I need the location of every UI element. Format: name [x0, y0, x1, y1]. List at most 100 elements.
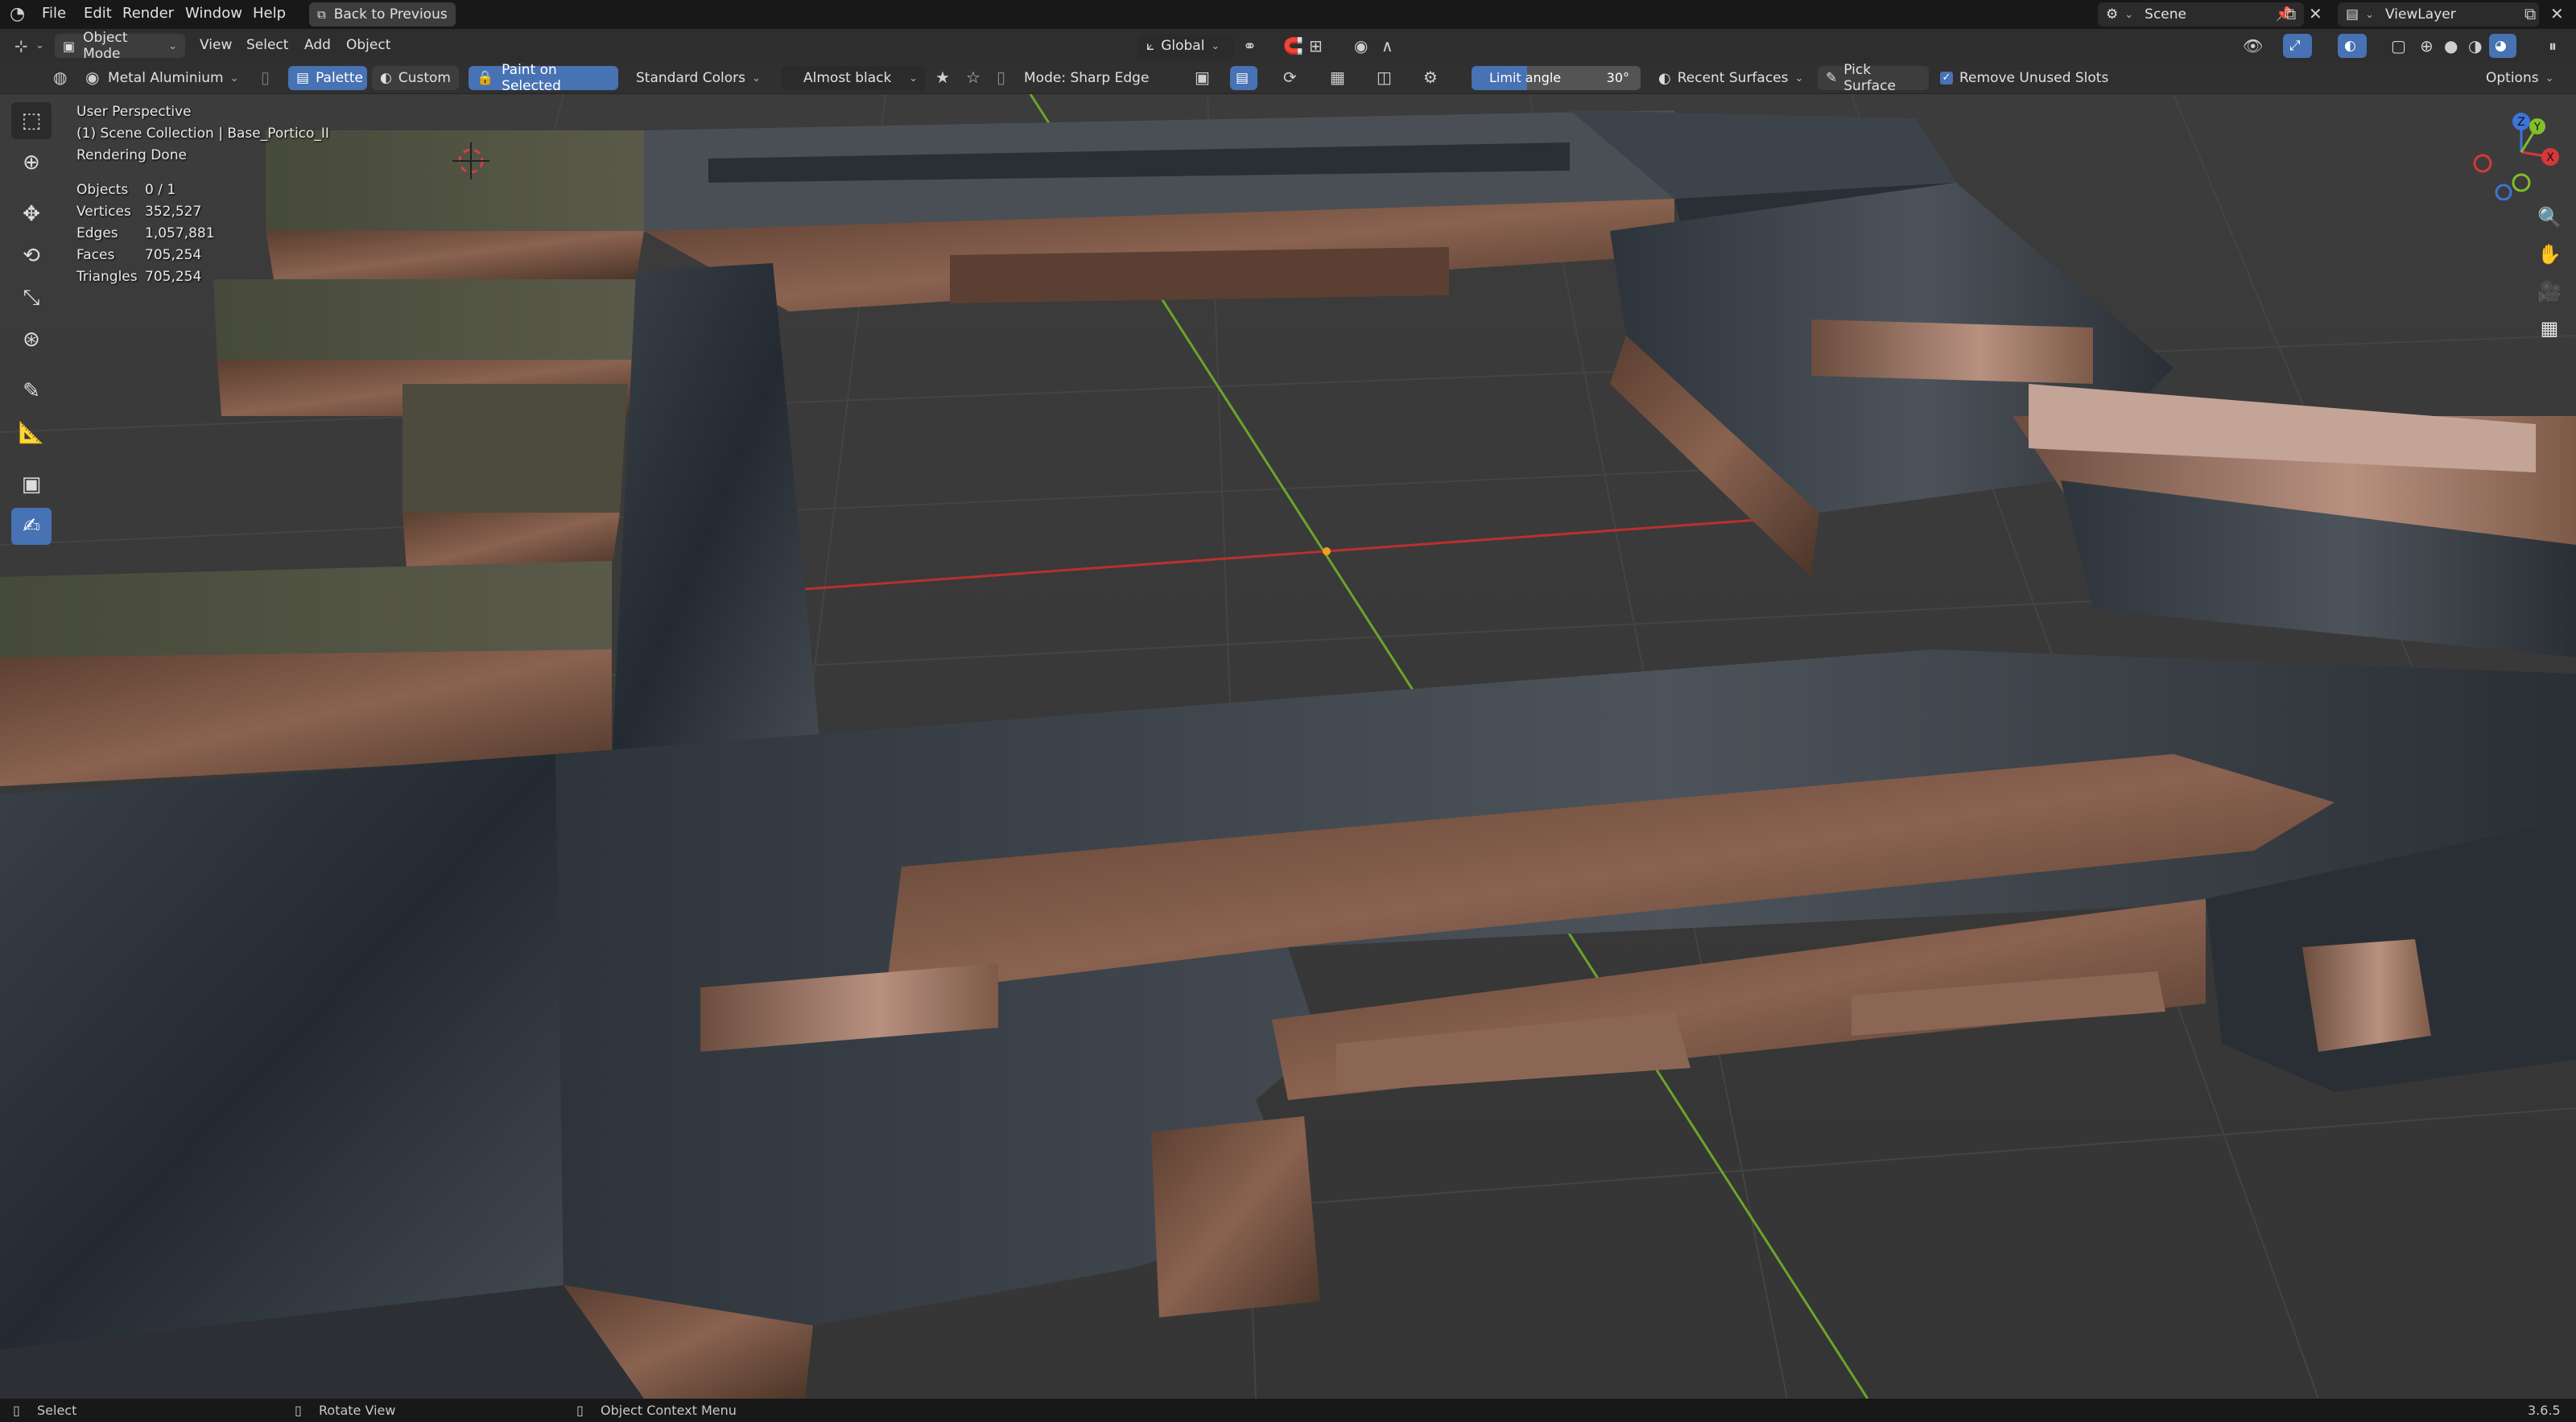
- view-perspective-label: User Perspective: [76, 104, 192, 120]
- transform-tool[interactable]: ⊛: [11, 321, 52, 358]
- mode-selector[interactable]: ▣ Object Mode ⌄: [55, 30, 185, 62]
- version-label: 3.6.5: [2528, 1403, 2561, 1418]
- viewport-header: ⊹ ⌄ ▣ Object Mode ⌄ View Select Add Objec…: [0, 29, 2576, 63]
- recent-surfaces-selector[interactable]: ◐ Recent Surfaces ⌄: [1658, 66, 1816, 90]
- rotate-tool[interactable]: ⟲: [11, 237, 52, 274]
- stat-value: 705,254: [145, 269, 202, 285]
- menu-window[interactable]: Window: [185, 5, 242, 22]
- mouse-middle-icon: ▯: [295, 1403, 302, 1418]
- pause-render-icon[interactable]: ⏸: [2549, 38, 2557, 54]
- favorite-star-icon[interactable]: ★: [935, 69, 950, 85]
- color-selector[interactable]: Almost black ⌄: [781, 66, 926, 90]
- 3d-viewport[interactable]: User Perspective (1) Scene Collection | …: [0, 94, 2576, 1399]
- wireframe-shading-icon[interactable]: ⊕: [2420, 38, 2434, 54]
- origin-point: [1323, 547, 1331, 555]
- editor-type-chevron-icon[interactable]: ⌄: [35, 39, 44, 52]
- menu-edit[interactable]: Edit: [84, 5, 112, 22]
- new-scene-icon[interactable]: ⧉: [2285, 6, 2296, 22]
- add-cube-icon: ▣: [21, 472, 42, 497]
- annotate-tool[interactable]: ✎: [11, 373, 52, 410]
- collection-label: (1) Scene Collection | Base_Portico_II: [76, 126, 329, 142]
- pivot-point-icon[interactable]: ⚭: [1243, 38, 1257, 54]
- back-to-previous-button[interactable]: ⧉ Back to Previous: [309, 2, 456, 27]
- view-layer-icon: ▤: [2346, 6, 2359, 23]
- measure-tool[interactable]: 📐: [11, 414, 52, 451]
- paint-brush-icon: ✍: [23, 514, 40, 538]
- remove-favorite-icon[interactable]: ▯: [997, 69, 1005, 85]
- scene-selector[interactable]: ⚙ ⌄ Scene 📌: [2098, 2, 2304, 27]
- stat-value: 705,254: [145, 247, 202, 263]
- zoom-view-button[interactable]: 🔍: [2531, 199, 2568, 236]
- paint-mode-3-icon[interactable]: ⟳: [1283, 69, 1297, 85]
- paint-mode-6-icon[interactable]: ⚙: [1423, 69, 1438, 85]
- gizmo-neg-z-icon: [2495, 183, 2512, 200]
- paint-mode-1-icon[interactable]: ▣: [1195, 69, 1210, 85]
- orientation-icon: ⟀: [1146, 38, 1155, 54]
- annotate-icon: ✎: [23, 379, 40, 403]
- blender-logo-icon[interactable]: ◔: [10, 6, 25, 23]
- header-menu-view[interactable]: View: [200, 37, 232, 53]
- delete-view-layer-icon[interactable]: ✕: [2550, 6, 2564, 22]
- options-dropdown[interactable]: Options ⌄: [2486, 66, 2570, 90]
- gizmo-neg-y-icon: [2512, 173, 2531, 192]
- stat-value: 1,057,881: [145, 225, 215, 241]
- transform-orientation-selector[interactable]: ⟀ Global ⌄: [1138, 34, 1233, 58]
- proportional-edit-icon[interactable]: ◉: [1354, 38, 1368, 54]
- limit-angle-label: Limit angle: [1489, 70, 1562, 85]
- paint-mode-2-button[interactable]: ▤: [1230, 66, 1257, 90]
- stat-value: 352,527: [145, 204, 202, 220]
- viewport-render: [0, 94, 2576, 1399]
- gizmo-toggle-button[interactable]: ⤢: [2283, 34, 2312, 58]
- header-menu-add[interactable]: Add: [304, 37, 331, 53]
- material-selector[interactable]: Metal Aluminium ⌄: [108, 66, 253, 90]
- overlays-toggle-button[interactable]: ◐: [2338, 34, 2367, 58]
- limit-angle-slider[interactable]: Limit angle 30°: [1472, 66, 1641, 90]
- cursor-tool[interactable]: ⊕: [11, 144, 52, 181]
- falloff-icon[interactable]: ∧: [1381, 38, 1393, 54]
- visibility-icon[interactable]: 👁: [2243, 38, 2263, 54]
- menu-help[interactable]: Help: [253, 5, 286, 22]
- standard-colors-label: Standard Colors: [636, 70, 745, 86]
- rendered-shading-button[interactable]: ◕: [2489, 34, 2516, 58]
- view-layer-selector[interactable]: ▤ ⌄ ViewLayer: [2338, 2, 2539, 27]
- header-menu-object[interactable]: Object: [346, 37, 390, 53]
- material-shading-icon[interactable]: ◑: [2468, 38, 2482, 54]
- solid-shading-icon[interactable]: ●: [2444, 38, 2458, 54]
- snap-target-icon[interactable]: ⊞: [1309, 38, 1323, 54]
- add-favorite-star-icon[interactable]: ☆: [966, 69, 980, 85]
- move-tool[interactable]: ✥: [11, 196, 52, 233]
- navigation-gizmo[interactable]: Z Y X: [2471, 104, 2568, 200]
- cursor-icon: ⊕: [23, 150, 40, 175]
- menu-render[interactable]: Render: [122, 5, 174, 22]
- material-clear-icon[interactable]: ▯: [261, 69, 270, 85]
- pick-surface-button[interactable]: ✎ Pick Surface: [1818, 62, 1929, 94]
- paint-on-selected-button[interactable]: 🔒 Paint on Selected: [469, 62, 618, 94]
- new-view-layer-icon[interactable]: ⧉: [2524, 6, 2536, 22]
- add-cube-tool[interactable]: ▣: [11, 466, 52, 503]
- pan-view-button[interactable]: ✋: [2531, 236, 2568, 273]
- standard-colors-selector[interactable]: Standard Colors ⌄: [636, 66, 773, 90]
- gizmo-y-label: Y: [2533, 122, 2541, 134]
- select-cursor-icon: ⬚: [21, 109, 42, 133]
- paint-mode-4-icon[interactable]: ▦: [1330, 69, 1345, 85]
- delete-scene-icon[interactable]: ✕: [2309, 6, 2322, 22]
- paint-mode-5-icon[interactable]: ◫: [1377, 69, 1392, 85]
- camera-view-button[interactable]: 🎥: [2531, 273, 2568, 310]
- custom-button[interactable]: ◐ Custom: [372, 66, 459, 90]
- palette-button[interactable]: ▤ Palette: [288, 66, 367, 90]
- header-menu-select[interactable]: Select: [246, 37, 288, 53]
- menu-file[interactable]: File: [42, 5, 66, 22]
- select-box-tool[interactable]: ⬚: [11, 102, 52, 139]
- paint-surface-tool[interactable]: ✍: [11, 508, 52, 545]
- perspective-toggle-button[interactable]: ▦: [2531, 310, 2568, 347]
- snap-icon[interactable]: 🧲: [1283, 38, 1303, 54]
- recent-surfaces-icon: ◐: [1658, 69, 1671, 87]
- mouse-right-icon: ▯: [576, 1403, 584, 1418]
- back-to-previous-label: Back to Previous: [333, 6, 448, 23]
- editor-type-icon[interactable]: ⊹: [14, 38, 28, 54]
- limit-angle-value: 30°: [1606, 70, 1629, 85]
- remove-unused-slots-label: Remove Unused Slots: [1959, 70, 2109, 86]
- xray-icon[interactable]: ▢: [2391, 38, 2406, 54]
- remove-unused-slots-checkbox[interactable]: ✓: [1940, 72, 1953, 84]
- scale-tool[interactable]: ⤡: [11, 279, 52, 316]
